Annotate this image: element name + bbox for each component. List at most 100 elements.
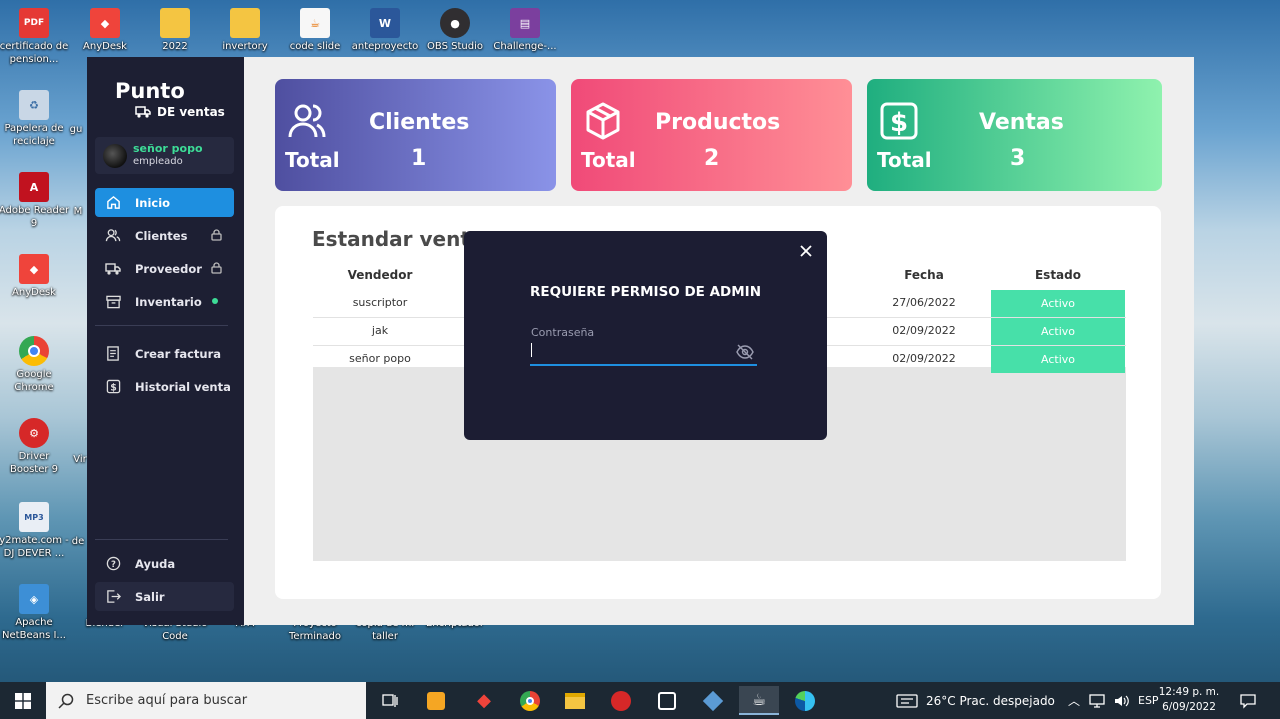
card-value: 1 <box>411 146 427 171</box>
task-view-button[interactable] <box>370 686 410 715</box>
cell-vendedor: señor popo <box>349 352 411 365</box>
user-role: empleado <box>133 156 183 167</box>
card-total-label: Total <box>877 148 932 172</box>
eye-off-icon[interactable] <box>736 343 754 361</box>
chevron-up-icon[interactable]: ︿ <box>1068 692 1080 709</box>
taskbar-app-chrome[interactable] <box>510 686 550 715</box>
desktop-folder-2022[interactable]: 2022 <box>139 8 211 53</box>
card-value: 3 <box>1010 146 1026 171</box>
sidebar-item-crear-factura[interactable]: Crear factura <box>95 339 234 368</box>
desktop-recycle-bin[interactable]: ♻ Papelera de reciclaje <box>0 90 70 148</box>
cell-fecha: 02/09/2022 <box>892 352 956 365</box>
taskbar-app-virtualbox[interactable] <box>693 686 733 715</box>
desktop-shortcut-chrome[interactable]: Google Chrome <box>0 336 70 394</box>
card-clientes[interactable]: Clientes Total 1 <box>275 79 556 191</box>
cell-vendedor: jak <box>371 324 389 337</box>
status-badge: Activo <box>991 346 1125 373</box>
sidebar-item-clientes[interactable]: Clientes <box>95 221 234 250</box>
archive-icon <box>105 294 121 310</box>
avatar <box>103 144 127 168</box>
taskbar-app-driver-booster[interactable] <box>601 686 641 715</box>
desktop-shortcut-code-slide[interactable]: ☕ code slide <box>279 8 351 53</box>
search-icon <box>58 693 74 709</box>
chrome-icon <box>520 690 540 711</box>
task-view-icon <box>382 693 398 707</box>
card-title: Clientes <box>369 110 470 135</box>
edge-icon <box>795 690 815 711</box>
cell-vendedor: suscriptor <box>352 296 408 309</box>
sidebar-item-historial-venta[interactable]: $ Historial venta <box>95 372 234 401</box>
driver-booster-icon: ⚙ <box>19 418 49 448</box>
desktop-shortcut-driver-booster[interactable]: ⚙ Driver Booster 9 <box>0 418 70 476</box>
java-icon: ☕ <box>751 690 767 709</box>
svg-text:$: $ <box>110 382 117 393</box>
taskbar-app-java[interactable]: ☕ <box>739 686 779 715</box>
user-name: señor popo <box>133 142 203 155</box>
close-icon[interactable] <box>798 243 814 259</box>
notifications-button[interactable] <box>1240 682 1256 719</box>
taskbar-app-media-player[interactable] <box>416 686 456 715</box>
desktop-shortcut-netbeans[interactable]: ◈ Apache NetBeans I... <box>0 584 70 642</box>
invoice-icon <box>105 346 121 362</box>
column-header-estado[interactable]: Estado <box>991 268 1125 282</box>
user-card: señor popo empleado <box>95 137 234 174</box>
desktop-file-challenge[interactable]: ▤ Challenge-... <box>489 8 561 53</box>
divider <box>95 325 228 326</box>
card-total-label: Total <box>581 148 636 172</box>
dollar-icon: $ <box>105 379 121 395</box>
mp3-icon: MP3 <box>19 502 49 532</box>
desktop-file-mp3[interactable]: MP3 y2mate.com - DJ DEVER ... <box>0 502 70 560</box>
truck-icon <box>105 261 121 277</box>
card-productos[interactable]: Productos Total 2 <box>571 79 852 191</box>
card-title: Ventas <box>979 110 1064 135</box>
svg-text:$: $ <box>890 108 908 138</box>
media-player-icon <box>427 691 445 710</box>
volume-icon[interactable] <box>1114 694 1130 708</box>
taskbar-app-edge[interactable] <box>785 686 825 715</box>
dollar-icon: $ <box>880 102 918 140</box>
column-header-vendedor[interactable]: Vendedor <box>313 268 447 282</box>
anydesk-icon: ◆ <box>477 690 491 711</box>
sidebar-item-salir[interactable]: Salir <box>95 582 234 611</box>
desktop-shortcut-certificado[interactable]: PDF certificado de pension... <box>0 8 70 66</box>
sidebar-item-inventario[interactable]: Inventario <box>95 287 234 316</box>
desktop-folder-invertory[interactable]: invertory <box>209 8 281 53</box>
taskbar-app-anydesk[interactable]: ◆ <box>464 686 504 715</box>
sidebar-item-proveedor[interactable]: Proveedor <box>95 254 234 283</box>
divider <box>95 539 228 540</box>
recycle-bin-icon: ♻ <box>19 90 49 120</box>
status-dot <box>212 298 218 304</box>
sidebar-item-ayuda[interactable]: ? Ayuda <box>95 549 234 578</box>
folder-icon <box>565 692 585 709</box>
taskbar: Escribe aquí para buscar ◆ ☕ 26°C Prac. … <box>0 682 1280 719</box>
windows-icon <box>15 692 31 709</box>
column-header-fecha[interactable]: Fecha <box>857 268 991 282</box>
password-field[interactable] <box>530 340 757 366</box>
start-button[interactable] <box>0 682 46 719</box>
folder-icon <box>160 8 190 38</box>
sidebar-item-inicio[interactable]: Inicio <box>95 188 234 217</box>
cell-fecha: 02/09/2022 <box>892 324 956 337</box>
status-badge: Activo <box>991 290 1125 317</box>
weather-icon <box>896 693 918 708</box>
taskbar-search[interactable]: Escribe aquí para buscar <box>46 682 366 719</box>
notification-icon <box>1240 693 1256 709</box>
desktop-shortcut-adobe-reader[interactable]: A Adobe Reader 9 <box>0 172 70 230</box>
word-icon: W <box>370 8 400 38</box>
card-ventas[interactable]: $ Ventas Total 3 <box>867 79 1162 191</box>
card-title: Productos <box>655 110 781 135</box>
taskbar-clock[interactable]: 12:49 p. m. 6/09/2022 <box>1154 685 1224 715</box>
network-icon[interactable] <box>1089 693 1105 708</box>
weather-widget[interactable]: 26°C Prac. despejado <box>896 682 1055 719</box>
desktop-shortcut-anydesk[interactable]: ◆ AnyDesk <box>69 8 141 53</box>
taskbar-app-twitch[interactable] <box>647 686 687 715</box>
system-tray[interactable]: ︿ <box>1068 682 1130 719</box>
taskbar-app-file-explorer[interactable] <box>555 686 595 715</box>
desktop-shortcut-obs[interactable]: ● OBS Studio <box>419 8 491 53</box>
desktop-file-anteproyecto[interactable]: W anteproyecto <box>349 8 421 53</box>
virtualbox-icon <box>702 690 724 711</box>
lock-icon <box>211 229 222 241</box>
status-badge: Activo <box>991 318 1125 345</box>
desktop-shortcut-anydesk-2[interactable]: ◆ AnyDesk <box>0 254 70 299</box>
card-value: 2 <box>704 146 720 171</box>
